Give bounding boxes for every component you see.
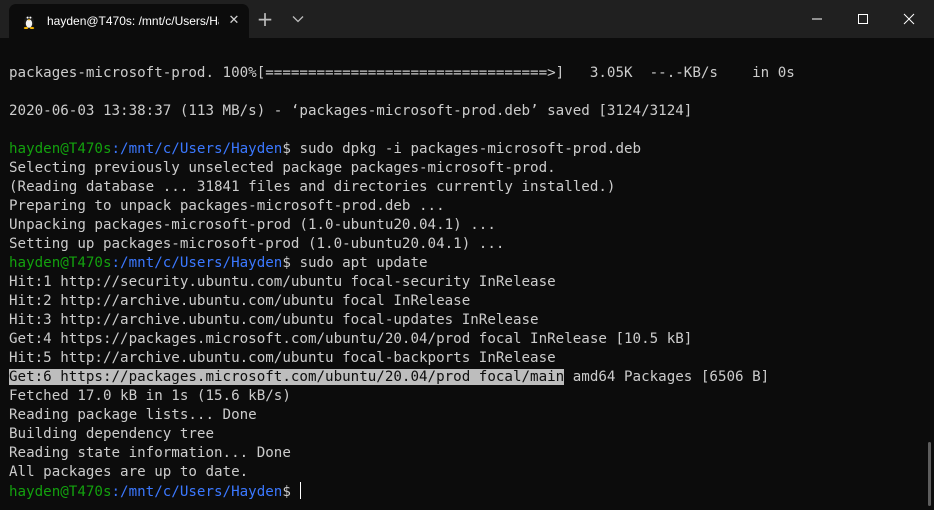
- tab-title: hayden@T470s: /mnt/c/Users/Hayden: [47, 14, 219, 28]
- output-text: Hit:2 http://archive.ubuntu.com/ubuntu f…: [9, 293, 471, 309]
- output-text: Reading package lists... Done: [9, 407, 257, 423]
- output-text: Unpacking packages-microsoft-prod (1.0-u…: [9, 217, 496, 233]
- output-text: Hit:3 http://archive.ubuntu.com/ubuntu f…: [9, 312, 539, 328]
- new-tab-button[interactable]: +: [255, 9, 275, 29]
- output-line: Setting up packages-microsoft-prod (1.0-…: [9, 235, 504, 254]
- prompt-line: hayden@T470s:/mnt/c/Users/Hayden$: [9, 482, 302, 501]
- minimize-icon: [812, 18, 822, 20]
- output-line: Hit:3 http://archive.ubuntu.com/ubuntu f…: [9, 311, 539, 330]
- output-text: Get:4 https://packages.microsoft.com/ubu…: [9, 331, 693, 347]
- prompt-user: hayden@T470s: [9, 484, 112, 500]
- output-line: Fetched 17.0 kB in 1s (15.6 kB/s): [9, 387, 291, 406]
- selected-text: Get:6 https://packages.microsoft.com/ubu…: [9, 369, 565, 385]
- terminal-output[interactable]: packages-microsoft-prod. 100%[==========…: [0, 38, 934, 510]
- text-cursor: [300, 482, 302, 499]
- output-line: Hit:5 http://archive.ubuntu.com/ubuntu f…: [9, 349, 556, 368]
- output-line: Get:6 https://packages.microsoft.com/ubu…: [9, 368, 769, 387]
- output-text: Reading state information... Done: [9, 445, 291, 461]
- output-text: 2020-06-03 13:38:37 (113 MB/s) - ‘packag…: [9, 103, 693, 119]
- dropdown-button[interactable]: [288, 9, 308, 29]
- output-line: Hit:1 http://security.ubuntu.com/ubuntu …: [9, 273, 556, 292]
- prompt-path: :/mnt/c/Users/Hayden: [111, 255, 283, 271]
- output-line: Reading package lists... Done: [9, 406, 257, 425]
- maximize-button[interactable]: [840, 0, 886, 38]
- command-text: sudo dpkg -i packages-microsoft-prod.deb: [299, 141, 642, 157]
- output-text: All packages are up to date.: [9, 464, 249, 480]
- output-line: Selecting previously unselected package …: [9, 159, 556, 178]
- tab-terminal[interactable]: hayden@T470s: /mnt/c/Users/Hayden ✕: [9, 4, 249, 38]
- output-line: Get:4 https://packages.microsoft.com/ubu…: [9, 330, 692, 349]
- close-icon: [903, 13, 915, 25]
- prompt-symbol: $: [282, 255, 300, 271]
- prompt-path: :/mnt/c/Users/Hayden: [111, 141, 283, 157]
- output-text: Hit:1 http://security.ubuntu.com/ubuntu …: [9, 274, 556, 290]
- chevron-down-icon: [292, 16, 304, 23]
- output-line: Reading state information... Done: [9, 444, 291, 463]
- minimize-button[interactable]: [794, 0, 840, 38]
- prompt-user: hayden@T470s: [9, 141, 112, 157]
- output-text: Selecting previously unselected package …: [9, 160, 556, 176]
- output-text: Building dependency tree: [9, 426, 214, 442]
- output-line: 2020-06-03 13:38:37 (113 MB/s) - ‘packag…: [9, 102, 692, 121]
- output-line: (Reading database ... 31841 files and di…: [9, 178, 615, 197]
- output-text: Hit:5 http://archive.ubuntu.com/ubuntu f…: [9, 350, 556, 366]
- output-line: packages-microsoft-prod. 100%[==========…: [9, 64, 795, 83]
- title-bar: hayden@T470s: /mnt/c/Users/Hayden ✕ +: [0, 0, 934, 38]
- output-line: Building dependency tree: [9, 425, 214, 444]
- output-line: All packages are up to date.: [9, 463, 248, 482]
- close-window-button[interactable]: [886, 0, 932, 38]
- output-text: amd64 Packages [6506 B]: [564, 369, 770, 385]
- prompt-symbol: $: [282, 484, 300, 500]
- prompt-user: hayden@T470s: [9, 255, 112, 271]
- scrollbar-thumb[interactable]: [928, 442, 931, 506]
- output-line: Hit:2 http://archive.ubuntu.com/ubuntu f…: [9, 292, 470, 311]
- maximize-icon: [858, 14, 868, 24]
- linux-penguin-icon: [21, 13, 37, 29]
- output-line: Unpacking packages-microsoft-prod (1.0-u…: [9, 216, 496, 235]
- output-text: Preparing to unpack packages-microsoft-p…: [9, 198, 445, 214]
- output-text: Fetched 17.0 kB in 1s (15.6 kB/s): [9, 388, 291, 404]
- close-tab-icon[interactable]: ✕: [225, 12, 243, 30]
- output-text: (Reading database ... 31841 files and di…: [9, 179, 616, 195]
- prompt-symbol: $: [282, 141, 300, 157]
- prompt-line: hayden@T470s:/mnt/c/Users/Hayden$ sudo d…: [9, 140, 641, 159]
- command-text: sudo apt update: [299, 255, 428, 271]
- output-line: Preparing to unpack packages-microsoft-p…: [9, 197, 445, 216]
- prompt-line: hayden@T470s:/mnt/c/Users/Hayden$ sudo a…: [9, 254, 428, 273]
- output-text: packages-microsoft-prod. 100%[==========…: [9, 65, 795, 81]
- output-text: Setting up packages-microsoft-prod (1.0-…: [9, 236, 505, 252]
- prompt-path: :/mnt/c/Users/Hayden: [111, 484, 283, 500]
